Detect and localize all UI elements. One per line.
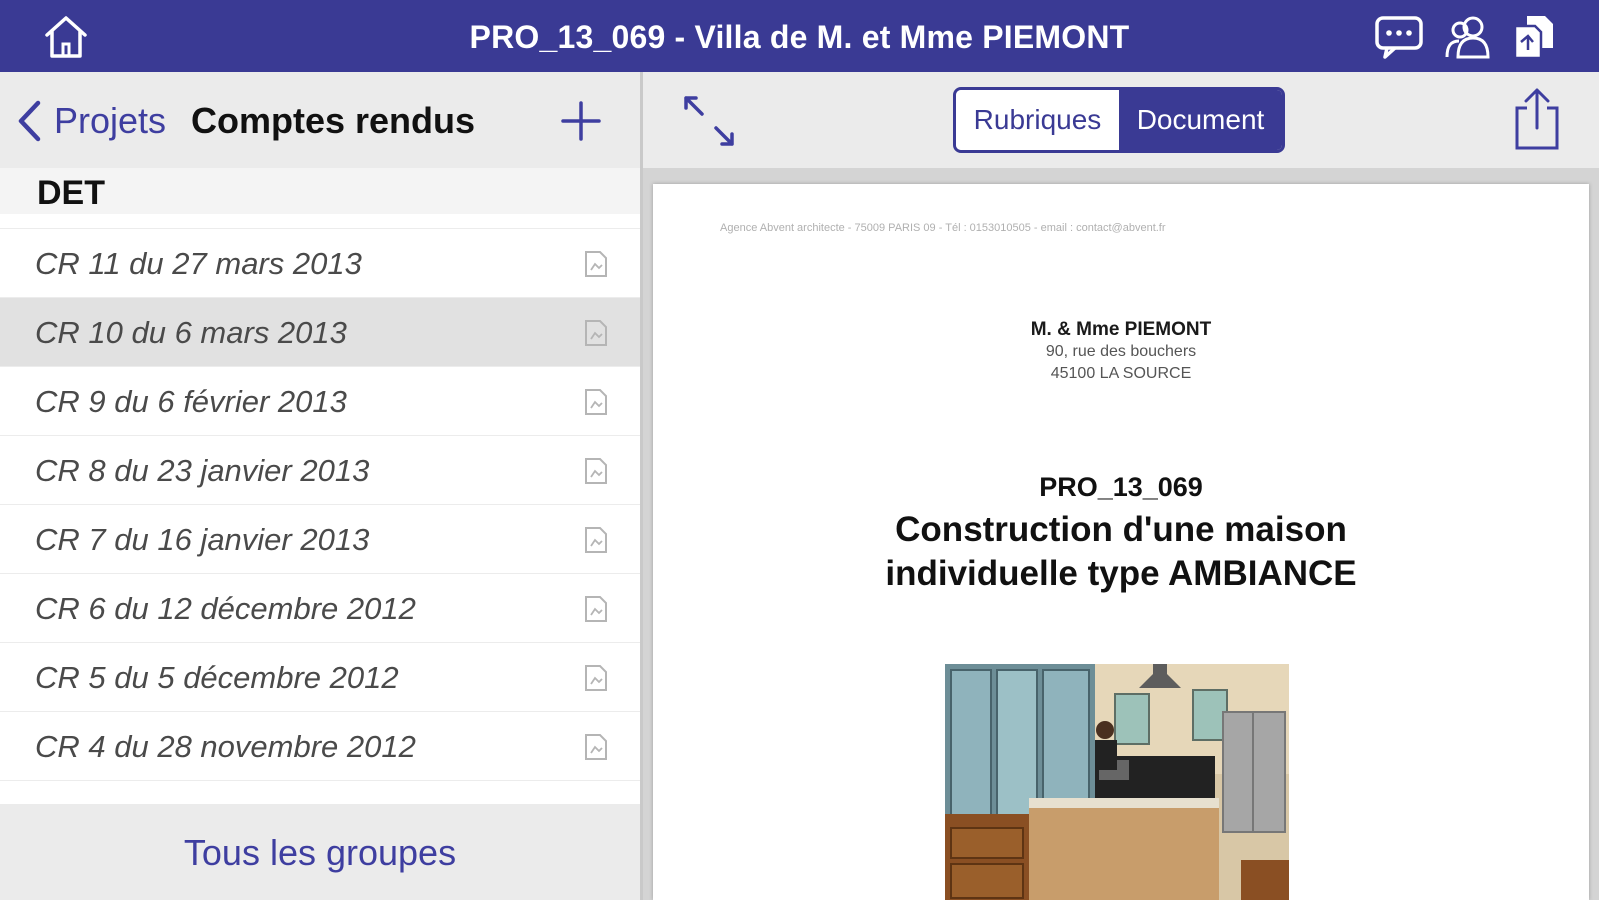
document-preview[interactable]: Agence Abvent architecte - 75009 PARIS 0… xyxy=(653,184,1589,900)
expand-icon xyxy=(684,96,734,146)
document-file-icon xyxy=(583,250,609,278)
report-list-item-label: CR 6 du 12 décembre 2012 xyxy=(35,591,416,626)
client-address-line-2: 45100 LA SOURCE xyxy=(1050,365,1192,382)
reports-list[interactable]: CR 12 du 10 avril 2013CR 11 du 27 mars 2… xyxy=(0,168,640,876)
tab-rubriques[interactable]: Rubriques xyxy=(956,90,1119,150)
report-list-item-label: CR 7 du 16 janvier 2013 xyxy=(35,522,370,557)
document-file-icon xyxy=(583,319,609,347)
document-file-icon xyxy=(583,526,609,554)
report-list-item[interactable]: CR 5 du 5 décembre 2012 xyxy=(0,643,640,712)
back-to-projects-button[interactable]: Projets xyxy=(16,96,166,146)
plus-icon xyxy=(561,101,601,141)
report-list-item[interactable]: CR 8 du 23 janvier 2013 xyxy=(0,436,640,505)
all-groups-button[interactable]: Tous les groupes xyxy=(0,832,640,874)
app-title-bar: PRO_13_069 - Villa de M. et Mme PIEMONT xyxy=(0,0,1599,72)
report-list-item[interactable]: CR 10 du 6 mars 2013 xyxy=(0,298,640,367)
client-name: M. & Mme PIEMONT xyxy=(1030,319,1212,340)
tab-document[interactable]: Document xyxy=(1119,90,1282,150)
document-file-icon xyxy=(583,733,609,761)
report-list-item-label: CR 9 du 6 février 2013 xyxy=(35,384,347,419)
documents-icon[interactable] xyxy=(1508,12,1560,62)
report-list-item[interactable]: CR 9 du 6 février 2013 xyxy=(0,367,640,436)
chat-icon[interactable] xyxy=(1373,12,1425,62)
back-button-label: Projets xyxy=(54,100,167,141)
report-list-item[interactable]: CR 6 du 12 décembre 2012 xyxy=(0,574,640,643)
project-title: PRO_13_069 - Villa de M. et Mme PIEMONT xyxy=(469,19,1130,55)
report-list-item-label: CR 4 du 28 novembre 2012 xyxy=(35,729,416,764)
kitchen-rendering-image xyxy=(945,664,1289,900)
document-file-icon xyxy=(583,457,609,485)
section-header-label: DET xyxy=(37,174,105,212)
report-list-item[interactable]: CR 4 du 28 novembre 2012 xyxy=(0,712,640,781)
agency-header-line: Agence Abvent architecte - 75009 PARIS 0… xyxy=(720,222,1166,234)
report-list-item[interactable]: CR 7 du 16 janvier 2013 xyxy=(0,505,640,574)
report-list-item-label: CR 5 du 5 décembre 2012 xyxy=(35,660,399,695)
people-icon[interactable] xyxy=(1442,12,1494,62)
reports-panel: Projets Comptes rendus CR 12 du 10 avril… xyxy=(0,72,640,900)
reports-nav-bar: Projets Comptes rendus xyxy=(0,72,640,168)
report-list-item[interactable]: CR 11 du 27 mars 2013 xyxy=(0,229,640,298)
document-file-icon xyxy=(583,664,609,692)
document-file-icon xyxy=(583,388,609,416)
section-header: DET xyxy=(0,168,640,214)
document-toolbar: Rubriques Document xyxy=(643,72,1599,168)
chevron-left-icon xyxy=(18,100,41,142)
project-code: PRO_13_069 xyxy=(1039,472,1203,502)
document-heading-line-2: individuelle type AMBIANCE xyxy=(885,554,1357,593)
share-button[interactable] xyxy=(1509,86,1565,152)
report-list-item-label: CR 8 du 23 janvier 2013 xyxy=(35,453,370,488)
document-heading-line-1: Construction d'une maison xyxy=(895,510,1347,549)
report-list-item-label: CR 11 du 27 mars 2013 xyxy=(35,246,362,281)
view-segmented-control: Rubriques Document xyxy=(953,87,1285,153)
add-report-button[interactable] xyxy=(556,96,606,146)
panel-title: Comptes rendus xyxy=(191,100,476,141)
report-list-item-label: CR 10 du 6 mars 2013 xyxy=(35,315,347,350)
client-address-line-1: 90, rue des bouchers xyxy=(1045,343,1197,360)
client-block: M. & Mme PIEMONT 90, rue des bouchers 45… xyxy=(653,319,1589,385)
share-icon xyxy=(1515,88,1559,150)
document-panel: Rubriques Document Agence Abvent archite… xyxy=(643,72,1599,900)
reports-footer: Tous les groupes xyxy=(0,804,640,900)
document-heading: Construction d'une maison individuelle t… xyxy=(653,508,1589,596)
document-file-icon xyxy=(583,595,609,623)
expand-button[interactable] xyxy=(680,92,738,150)
